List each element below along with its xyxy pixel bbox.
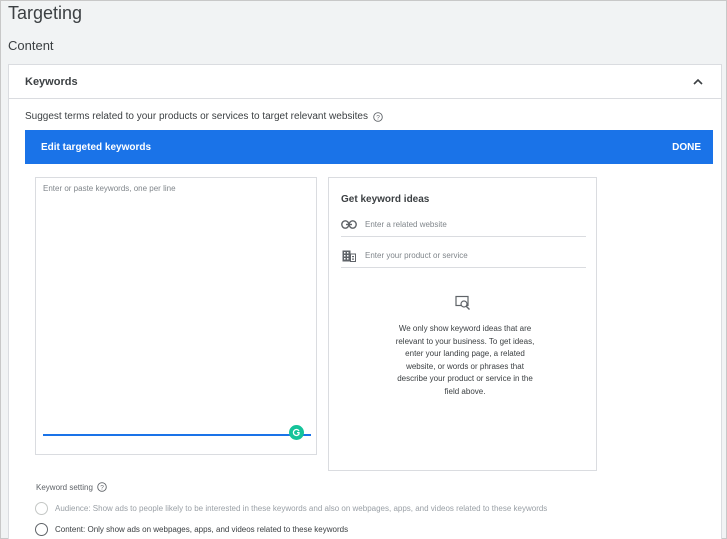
related-website-field [341,213,586,237]
suggest-row: Suggest terms related to your products o… [25,111,383,122]
ideas-title: Get keyword ideas [341,194,430,205]
ideas-info-text: We only show keyword ideas that are rele… [395,324,535,396]
keywords-card: Keywords Suggest terms related to your p… [8,64,722,539]
search-page-icon [455,295,471,311]
chevron-up-icon[interactable] [691,75,705,89]
keywords-card-header[interactable]: Keywords [9,65,721,99]
audience-radio[interactable] [35,502,48,515]
edit-keywords-title: Edit targeted keywords [41,141,152,153]
help-icon[interactable]: ? [97,482,107,492]
link-icon [341,219,357,231]
suggest-text: Suggest terms related to your products o… [25,111,368,122]
content-radio[interactable] [35,523,48,536]
product-service-input[interactable] [365,251,575,260]
keyword-setting-label-row: Keyword setting ? [36,482,107,492]
audience-radio-label: Audience: Show ads to people likely to b… [55,504,548,513]
product-service-field [341,244,586,268]
keyword-entry-box [35,177,317,455]
grammarly-icon[interactable] [289,425,304,440]
section-title: Content [8,38,54,53]
building-icon [341,250,357,262]
keywords-header-label: Keywords [25,75,78,88]
related-website-input[interactable] [365,220,575,229]
done-button[interactable]: DONE [672,142,701,153]
help-icon[interactable]: ? [373,111,383,122]
audience-radio-option[interactable]: Audience: Show ads to people likely to b… [35,502,547,515]
keyword-focus-underline [43,434,311,436]
svg-text:?: ? [376,114,380,121]
content-radio-label: Content: Only show ads on webpages, apps… [55,525,349,534]
page-title: Targeting [8,3,83,23]
content-radio-option[interactable]: Content: Only show ads on webpages, apps… [35,523,348,536]
keyword-ideas-box: Get keyword ideas We only show keyword i… [328,177,597,471]
keyword-textarea[interactable] [43,184,309,436]
svg-text:?: ? [100,484,104,491]
keyword-setting-label: Keyword setting [36,482,93,492]
edit-keywords-bar: Edit targeted keywords DONE [25,130,713,164]
